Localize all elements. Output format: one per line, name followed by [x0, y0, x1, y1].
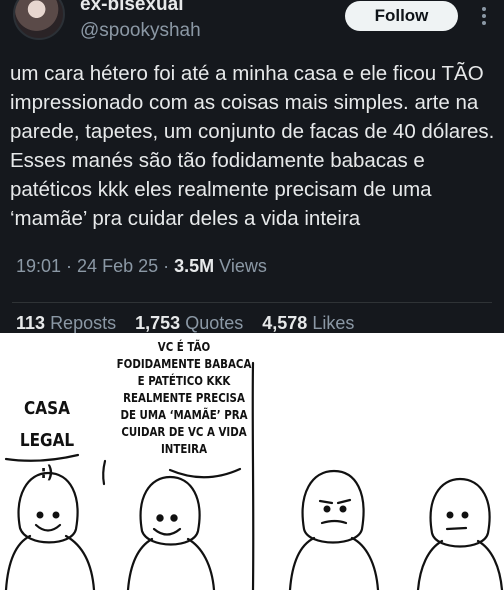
- views-label: Views: [219, 256, 267, 276]
- speech-tail-left-point: [102, 459, 107, 486]
- tweet-time[interactable]: 19:01: [16, 256, 61, 276]
- follow-button[interactable]: Follow: [345, 1, 458, 31]
- figure-annoyed-1: [288, 469, 380, 590]
- figure-annoyed-2: [416, 477, 504, 590]
- likes-label[interactable]: Likes: [312, 313, 354, 333]
- engagement-stats: 113 Reposts 1,753 Quotes 4,578 Likes: [16, 313, 354, 333]
- display-name[interactable]: ex-bisexual: [80, 0, 184, 16]
- avatar[interactable]: [13, 0, 65, 40]
- speech-bubble-insult: VC É TÃO FODIDAMENTE BABACA E PATÉTICO K…: [116, 339, 252, 456]
- views-count: 3.5M: [174, 256, 215, 276]
- tweet-date[interactable]: 24 Feb 25: [77, 256, 158, 276]
- tweet-meta: 19:01 · 24 Feb 25 · 3.5M Views: [16, 256, 267, 276]
- likes-count[interactable]: 4,578: [262, 313, 307, 333]
- reposts-count[interactable]: 113: [16, 313, 45, 333]
- speech-bubble-nice-house: CASA LEGAL :): [19, 398, 75, 483]
- reposts-label[interactable]: Reposts: [50, 313, 116, 333]
- tweet-card: ex-bisexual @spookyshah Follow um cara h…: [0, 0, 504, 333]
- figure-happy-2: [126, 475, 216, 590]
- divider: [12, 302, 492, 303]
- tweet-text: um cara hétero foi até a minha casa e el…: [10, 62, 495, 230]
- quotes-label[interactable]: Quotes: [185, 313, 243, 333]
- quotes-count[interactable]: 1,753: [135, 313, 180, 333]
- more-options-icon[interactable]: [474, 2, 494, 30]
- handle[interactable]: @spookyshah: [80, 20, 201, 42]
- comic-panel: VC É TÃO FODIDAMENTE BABACA E PATÉTICO K…: [0, 333, 504, 590]
- figure-happy-1: [4, 471, 96, 590]
- speech-tail-right: [168, 467, 242, 479]
